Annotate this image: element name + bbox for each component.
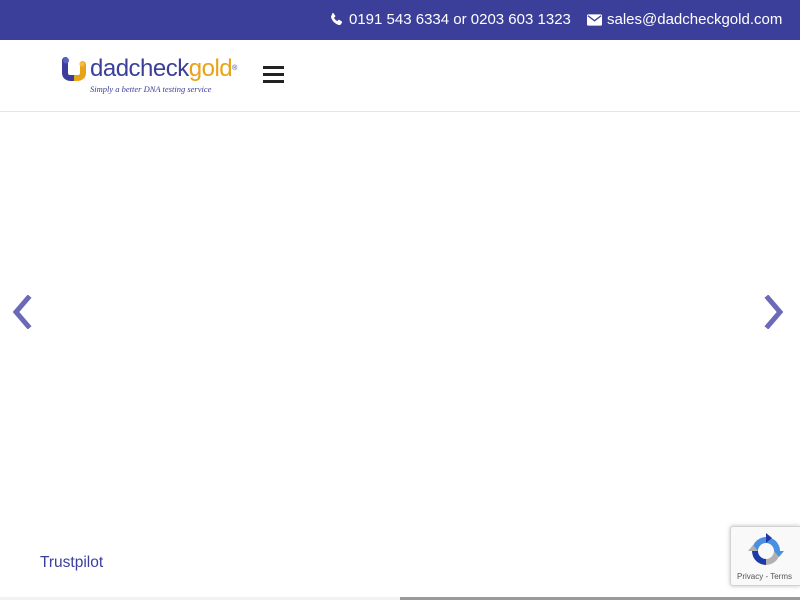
chevron-left-icon[interactable] xyxy=(10,294,36,334)
recaptcha-privacy-link[interactable]: Privacy xyxy=(737,572,763,581)
phone-numbers: 0191 543 6334 or 0203 603 1323 xyxy=(349,11,571,28)
recaptcha-icon xyxy=(748,533,784,574)
top-contact-bar: 0191 543 6334 or 0203 603 1323 sales@dad… xyxy=(0,0,800,40)
recaptcha-links: Privacy - Terms xyxy=(737,572,792,581)
hamburger-menu-icon[interactable] xyxy=(263,65,285,85)
hero-slider xyxy=(0,112,800,598)
logo-tagline: Simply a better DNA testing service xyxy=(90,84,212,94)
envelope-icon xyxy=(587,13,602,26)
phone-icon xyxy=(329,12,344,27)
recaptcha-terms-link[interactable]: Terms xyxy=(770,572,792,581)
recaptcha-badge[interactable]: Privacy - Terms xyxy=(730,526,800,586)
chevron-right-icon[interactable] xyxy=(760,294,786,334)
phone-contact[interactable]: 0191 543 6334 or 0203 603 1323 xyxy=(329,11,571,28)
trustpilot-link[interactable]: Trustpilot xyxy=(40,554,103,572)
site-logo[interactable]: dadcheckgold® Simply a better DNA testin… xyxy=(60,53,240,97)
email-address: sales@dadcheckgold.com xyxy=(607,11,783,28)
logo-wordmark: dadcheckgold® xyxy=(90,55,237,82)
logo-mark-icon xyxy=(60,55,88,88)
site-header: dadcheckgold® Simply a better DNA testin… xyxy=(0,40,800,112)
email-contact[interactable]: sales@dadcheckgold.com xyxy=(587,11,782,28)
